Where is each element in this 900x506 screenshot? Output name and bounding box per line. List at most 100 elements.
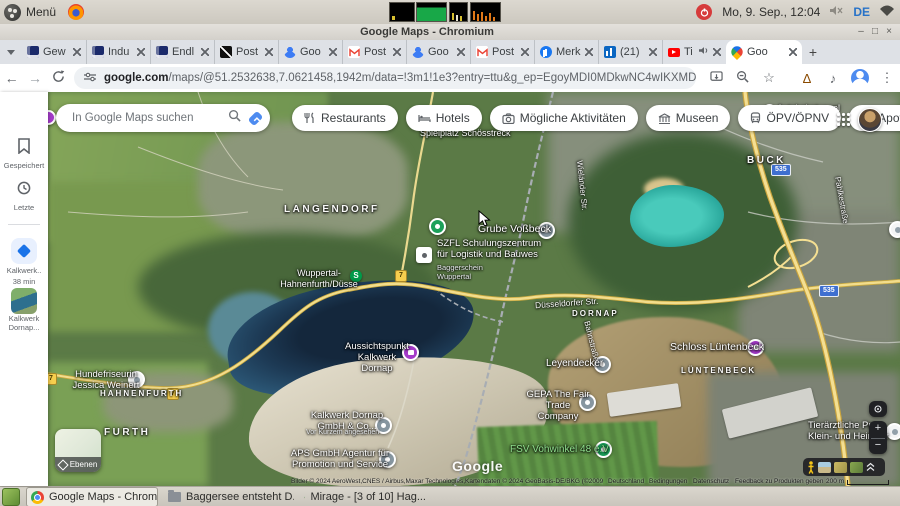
- network-graph-applet[interactable]: [470, 2, 501, 22]
- volume-muted-icon[interactable]: [830, 5, 843, 19]
- sidebar-item-place-kalkwerk-dornap[interactable]: Kalkwerk Dornap...: [0, 288, 48, 332]
- site-settings-icon[interactable]: [84, 72, 96, 85]
- taskbar-window-chromium[interactable]: Google Maps - Chrom...: [26, 487, 158, 506]
- close-button[interactable]: ×: [882, 25, 896, 39]
- minimize-button[interactable]: –: [854, 25, 868, 39]
- pegman-icon[interactable]: [807, 461, 815, 474]
- directions-icon[interactable]: [248, 110, 264, 126]
- taskbar-window-files[interactable]: Baggersee entsteht D...: [164, 488, 294, 506]
- close-icon[interactable]: [393, 48, 401, 56]
- profile-avatar[interactable]: [851, 69, 869, 87]
- menu-button[interactable]: Menü: [26, 5, 56, 19]
- chip-activities[interactable]: Mögliche Aktivitäten: [490, 105, 638, 131]
- window-titlebar[interactable]: Google Maps - Chromium – □ ×: [0, 24, 900, 41]
- close-icon[interactable]: [329, 48, 337, 56]
- close-icon[interactable]: [201, 48, 209, 56]
- distro-menu-icon[interactable]: [4, 4, 21, 21]
- collapse-chevrons-icon[interactable]: [866, 462, 875, 472]
- chip-transit[interactable]: ÖPV/ÖPNV: [738, 105, 841, 131]
- poi-marker-green[interactable]: [429, 218, 446, 235]
- google-apps-icon[interactable]: [836, 112, 850, 126]
- show-desktop-button[interactable]: [2, 488, 20, 506]
- firefox-launcher-icon[interactable]: [68, 4, 84, 20]
- sidebar-item-route-kalkwerk[interactable]: Kalkwerk.. 38 min: [0, 238, 48, 286]
- chip-restaurants[interactable]: Restaurants: [292, 105, 398, 131]
- url-domain: google.com: [104, 72, 169, 84]
- tab-post-1[interactable]: Post: [214, 40, 278, 64]
- close-icon[interactable]: [585, 48, 593, 56]
- load-applet[interactable]: [449, 2, 468, 22]
- back-icon[interactable]: ←: [0, 70, 23, 86]
- privacy-link[interactable]: Datenschutz: [693, 478, 729, 485]
- media-controls-icon[interactable]: ♪: [820, 71, 846, 86]
- tab-google-2[interactable]: Goo: [406, 40, 470, 64]
- close-icon[interactable]: [713, 48, 721, 56]
- tab-industrie[interactable]: Indu: [86, 40, 150, 64]
- map-label-gepa: GEPA The Fair Trade Company: [525, 389, 591, 423]
- reload-icon[interactable]: [47, 70, 70, 86]
- close-icon[interactable]: [521, 48, 529, 56]
- tab-facebook[interactable]: Merk: [534, 40, 598, 64]
- power-icon[interactable]: [696, 4, 712, 20]
- close-icon[interactable]: [265, 48, 273, 56]
- chip-museums[interactable]: Museen: [646, 105, 731, 131]
- chromium-icon: [31, 491, 44, 504]
- tab-google-1[interactable]: Goo: [278, 40, 342, 64]
- desktop: Menü Mo, 9. Sep., 12:04 DE Google Maps -…: [0, 0, 900, 506]
- close-icon[interactable]: [457, 48, 465, 56]
- system-monitor-applet[interactable]: [389, 2, 415, 22]
- poi-marker-szfl[interactable]: [416, 247, 432, 263]
- zoom-out-button[interactable]: −: [869, 437, 887, 453]
- tab-endlager[interactable]: Endl: [150, 40, 214, 64]
- layers-button[interactable]: Ebenen: [55, 429, 101, 472]
- extension-icon[interactable]: Δ: [794, 71, 820, 86]
- network-icon[interactable]: [880, 5, 894, 19]
- close-icon[interactable]: [789, 48, 797, 56]
- scale-bar: [847, 480, 889, 485]
- address-bar[interactable]: google.com/maps/@51.2532638,7.0621458,19…: [74, 67, 696, 89]
- tab-gmail-2[interactable]: Post: [470, 40, 534, 64]
- tab-audio-icon[interactable]: [699, 46, 709, 58]
- map-canvas[interactable]: LANGENDORF Spielplatz Schösstreck Grube …: [48, 92, 900, 486]
- bookmark-star-icon[interactable]: ☆: [756, 70, 782, 86]
- account-avatar[interactable]: [858, 108, 882, 132]
- zoom-in-button[interactable]: +: [869, 421, 887, 437]
- sidebar-item-recent[interactable]: Letzte: [0, 180, 48, 212]
- my-location-button[interactable]: [869, 401, 887, 417]
- clock[interactable]: Mo, 9. Sep., 12:04: [722, 5, 820, 19]
- zoom-indicator-icon[interactable]: [730, 70, 756, 86]
- search-input[interactable]: [70, 111, 228, 125]
- imagery-thumbnail[interactable]: [850, 462, 863, 473]
- terms-link[interactable]: Bedingungen: [649, 478, 687, 485]
- imagery-thumbnail[interactable]: [834, 462, 847, 473]
- new-tab-button[interactable]: +: [802, 40, 824, 64]
- sidebar-item-saved[interactable]: Gespeichert: [0, 138, 48, 170]
- tab-gmail-1[interactable]: Post: [342, 40, 406, 64]
- tab-youtube[interactable]: Ti: [662, 40, 726, 64]
- tab-google-maps-active[interactable]: Goo: [726, 40, 802, 64]
- map-label-luentenbeck: LÜNTENBECK: [681, 366, 756, 375]
- feedback-link[interactable]: Feedback zu Produkten geben: [735, 478, 824, 485]
- maps-search-box[interactable]: [56, 104, 270, 132]
- tab-linkedin[interactable]: (21): [598, 40, 662, 64]
- keyboard-layout-indicator[interactable]: DE: [853, 5, 870, 19]
- google-watermark: Google: [452, 458, 503, 474]
- close-icon[interactable]: [649, 48, 657, 56]
- poi-marker-edge[interactable]: [889, 221, 900, 238]
- install-app-icon[interactable]: [704, 71, 730, 86]
- close-icon[interactable]: [73, 48, 81, 56]
- chip-hotels[interactable]: Hotels: [406, 105, 482, 131]
- tab-gewerbe[interactable]: Gew: [22, 40, 86, 64]
- imagery-thumbnail[interactable]: [818, 462, 831, 473]
- cpu-graph-applet[interactable]: [416, 2, 447, 22]
- country-link[interactable]: Deutschland: [608, 478, 644, 485]
- search-icon[interactable]: [228, 109, 241, 127]
- tab-search-button[interactable]: [0, 40, 22, 64]
- forward-icon[interactable]: →: [23, 70, 46, 86]
- taskbar-window-mirage[interactable]: Mirage - [3 of 10] Hag...: [300, 488, 430, 506]
- site-icon: [92, 46, 104, 58]
- close-icon[interactable]: [137, 48, 145, 56]
- maps-sidebar: Gespeichert Letzte Kalkwerk.. 38 min Kal…: [0, 92, 48, 486]
- kebab-menu-icon[interactable]: ⋮: [874, 70, 900, 86]
- maximize-button[interactable]: □: [868, 25, 882, 39]
